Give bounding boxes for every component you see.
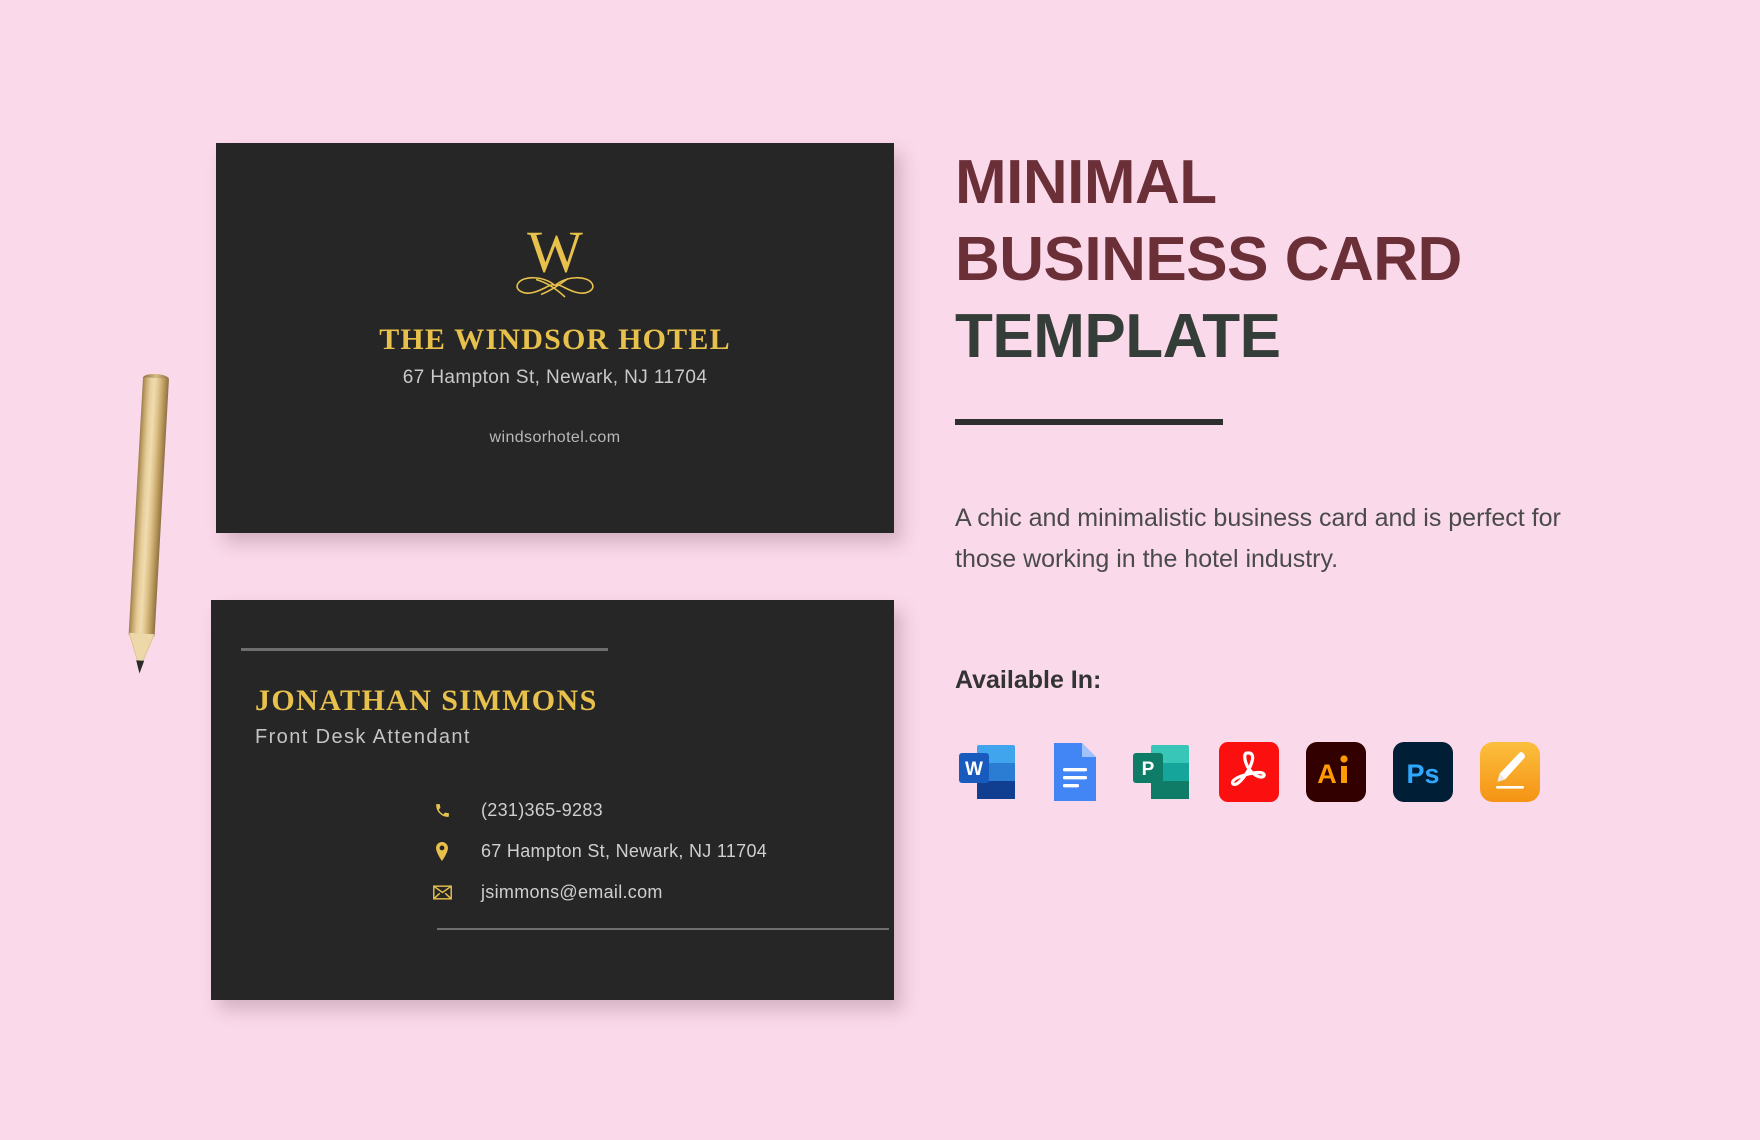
phone-icon (429, 802, 455, 819)
contact-list: (231)365-9283 67 Hampton St, Newark, NJ … (429, 790, 767, 913)
business-card-front: W THE WINDSOR HOTEL 67 Hampton St, Newar… (216, 143, 894, 533)
adobe-photoshop-icon[interactable]: Ps (1390, 739, 1456, 805)
title-line-1: MINIMAL (955, 148, 1217, 217)
contact-phone-row: (231)365-9283 (429, 790, 767, 831)
envelope-icon (429, 885, 455, 900)
microsoft-publisher-icon[interactable]: P (1129, 739, 1195, 805)
contact-email-text: jsimmons@email.com (481, 882, 663, 902)
card-back-top-divider (241, 648, 608, 651)
contact-phone-text: (231)365-9283 (481, 800, 603, 820)
svg-text:Ps: Ps (1406, 759, 1439, 789)
title-line-2: BUSINESS CARD (955, 224, 1462, 294)
available-in-label: Available In: (955, 665, 1102, 694)
hotel-website: windsorhotel.com (489, 429, 621, 446)
business-card-back: JONATHAN SIMMONS Front Desk Attendant (2… (211, 600, 894, 1000)
pencil-graphite-tip (135, 660, 145, 674)
adobe-pdf-icon[interactable] (1216, 739, 1282, 805)
svg-text:A: A (1317, 759, 1337, 789)
person-name: JONATHAN SIMMONS (255, 684, 598, 717)
windsor-w-monogram-icon: W (516, 219, 594, 298)
info-panel: MINIMAL BUSINESS CARD TEMPLATE A chic an… (955, 145, 1635, 805)
contact-address-row: 67 Hampton St, Newark, NJ 11704 (429, 831, 767, 872)
pencil-body (128, 377, 169, 637)
microsoft-word-icon[interactable]: W (955, 739, 1021, 805)
hotel-name: THE WINDSOR HOTEL (379, 323, 731, 356)
wooden-pencil (126, 373, 170, 678)
poster-canvas: W THE WINDSOR HOTEL 67 Hampton St, Newar… (0, 0, 1760, 1140)
hotel-address: 67 Hampton St, Newark, NJ 11704 (402, 367, 708, 388)
person-role: Front Desk Attendant (255, 726, 471, 748)
location-pin-icon (429, 842, 455, 861)
apple-pages-icon[interactable] (1477, 739, 1543, 805)
svg-text:W: W (965, 759, 983, 780)
contact-address-text: 67 Hampton St, Newark, NJ 11704 (481, 841, 768, 861)
svg-text:P: P (1142, 759, 1155, 780)
page-title: MINIMAL BUSINESS CARD TEMPLATE (955, 145, 1635, 376)
card-front-content: W THE WINDSOR HOTEL 67 Hampton St, Newar… (216, 219, 894, 447)
description-text: A chic and minimalistic business card an… (955, 503, 1561, 574)
title-underline-rule (955, 418, 1223, 425)
contact-email-row: jsimmons@email.com (429, 872, 767, 913)
adobe-illustrator-icon[interactable]: A (1303, 739, 1369, 805)
monogram-letter: W (527, 219, 583, 285)
card-back-bottom-divider (437, 928, 889, 930)
google-docs-icon[interactable] (1042, 739, 1108, 805)
title-line-3: TEMPLATE (955, 301, 1281, 371)
format-icon-row: W P A Ps (955, 739, 1635, 805)
